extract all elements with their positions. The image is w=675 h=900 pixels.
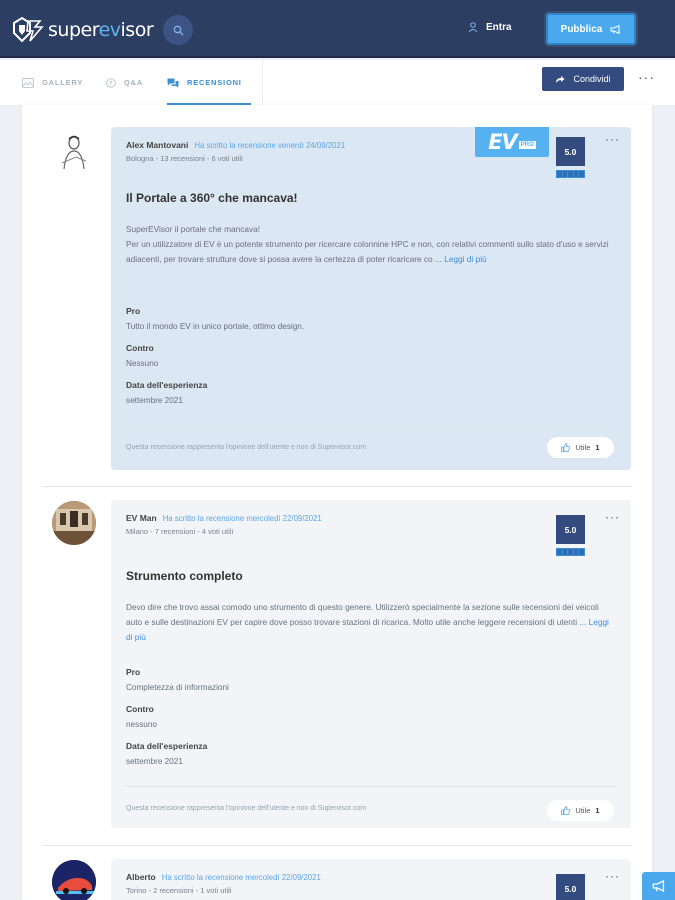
review-body-text: Per un utilizzatore di EV è un potente s… [126,239,609,264]
author-stats: Torino - 2 recensioni - 1 voti utili [126,886,232,895]
tab-gallery[interactable]: GALLERY [22,60,83,105]
score-rating-bar [556,548,585,556]
card-more-button[interactable]: ··· [605,869,620,883]
top-navbar: superevisor Entra Pubblica [0,0,675,58]
review-card: Alex Mantovani Ha scritto la recensione v… [111,127,631,470]
useful-label: Utile [575,443,591,452]
avatar-sketch-image [61,135,87,170]
score-rating-bar [556,170,585,178]
pro-value: Completezza di informazioni [126,683,229,692]
pro-label: Pro [126,306,141,316]
tab-reviews[interactable]: RECENSIONI [167,60,242,105]
review-separator [42,486,632,487]
author-stats: Bologna - 13 recensioni - 6 voti utili [126,154,243,163]
useful-button[interactable]: Utile 1 [547,800,614,821]
contro-label: Contro [126,343,154,353]
review-date: Ha scritto la recensione mercoledì 22/09… [161,873,321,882]
publish-label: Pubblica [560,23,603,35]
review-separator [42,845,632,846]
login-label: Entra [486,22,512,33]
author-line: Alex Mantovani Ha scritto la recensione v… [126,140,345,150]
tab-qa-label: Q&A [124,78,144,87]
thumbs-up-icon [561,443,571,452]
contro-label: Contro [126,704,154,714]
score-badge: 5.0 [556,874,585,900]
ev-pro-badge: EV PRO [475,127,549,157]
login-link[interactable]: Entra [468,22,512,33]
card-more-button[interactable]: ··· [605,132,620,146]
pro-label: Pro [126,667,141,677]
svg-text:?: ? [109,79,114,87]
card-divider [126,786,616,787]
card-more-button[interactable]: ··· [605,510,620,524]
review-title: Strumento completo [126,569,243,583]
experience-date-value: settembre 2021 [126,757,183,766]
reviews-panel: Alex Mantovani Ha scritto la recensione v… [22,105,652,900]
review-body-first-line: SuperEVisor il portale che mancava! [126,224,261,234]
disclaimer-text: Questa recensione rappresenta l'opinione… [126,444,367,451]
megaphone-icon [610,24,620,34]
more-options-button[interactable]: ··· [638,69,655,85]
chat-icon [167,78,179,87]
share-icon [556,75,565,83]
share-button[interactable]: Condividi [542,67,624,91]
review-title: Il Portale a 360° che mancava! [126,191,298,205]
avatar[interactable] [52,129,96,173]
score-badge: 5.0 [556,515,585,544]
useful-label: Utile [575,806,591,815]
review-body-text: Devo dire che trovo assai comodo uno str… [126,602,599,627]
review-card: EV Man Ha scritto la recensione mercoledì… [111,500,631,828]
author-line: EV Man Ha scritto la recensione mercoledì… [126,513,322,523]
useful-button[interactable]: Utile 1 [547,437,614,458]
pro-value: Tutto il mondo EV in unico portale, otti… [126,322,305,331]
logo[interactable]: superevisor [10,15,154,45]
megaphone-icon [652,880,664,892]
contro-value: Nessuno [126,359,159,368]
avatar[interactable] [52,860,96,900]
avatar-car-image [52,860,96,900]
avatar[interactable] [52,501,96,545]
review-date: Ha scritto la recensione venerdì 24/09/2… [194,141,346,150]
image-icon [22,77,34,88]
experience-date-value: settembre 2021 [126,396,183,405]
review-body: SuperEVisor il portale che mancava! Per … [126,222,616,267]
user-icon [468,22,478,33]
disclaimer-text: Questa recensione rappresenta l'opinione… [126,805,367,812]
publish-button[interactable]: Pubblica [546,13,636,45]
score-badge: 5.0 [556,137,585,166]
review-body: Devo dire che trovo assai comodo uno str… [126,600,616,645]
avatar-photo-image [52,501,96,545]
experience-date-label: Data dell'esperienza [126,741,208,751]
review-card: Alberto Ha scritto la recensione mercoled… [111,859,631,900]
useful-count: 1 [595,806,600,815]
logo-text: superevisor [48,19,154,41]
share-label: Condividi [573,74,611,84]
contro-value: nessuno [126,720,157,729]
read-more-link[interactable]: ... Leggi di più [435,254,487,264]
logo-icon [13,16,44,43]
tab-qa[interactable]: ? Q&A [106,60,143,105]
experience-date-label: Data dell'esperienza [126,380,208,390]
card-divider [126,427,616,428]
author-stats: Milano - 7 recensioni - 4 voti utili [126,527,234,536]
search-button[interactable] [163,15,193,45]
tab-gallery-label: GALLERY [42,78,84,87]
badge-text: EV [488,130,518,154]
section-tabbar: GALLERY ? Q&A RECENSIONI Condividi ··· [0,60,675,105]
review-date: Ha scritto la recensione mercoledì 22/09… [162,514,322,523]
useful-count: 1 [595,443,600,452]
search-icon [173,25,183,35]
badge-subtext: PRO [518,141,536,149]
question-icon: ? [106,77,116,88]
tab-reviews-label: RECENSIONI [187,78,242,87]
thumbs-up-icon [561,806,571,815]
floating-publish-button[interactable] [642,872,675,900]
author-name[interactable]: EV Man [126,513,157,523]
author-line: Alberto Ha scritto la recensione mercoled… [126,872,321,882]
tab-divider [262,60,263,105]
author-name[interactable]: Alex Mantovani [126,140,188,150]
author-name[interactable]: Alberto [126,872,156,882]
